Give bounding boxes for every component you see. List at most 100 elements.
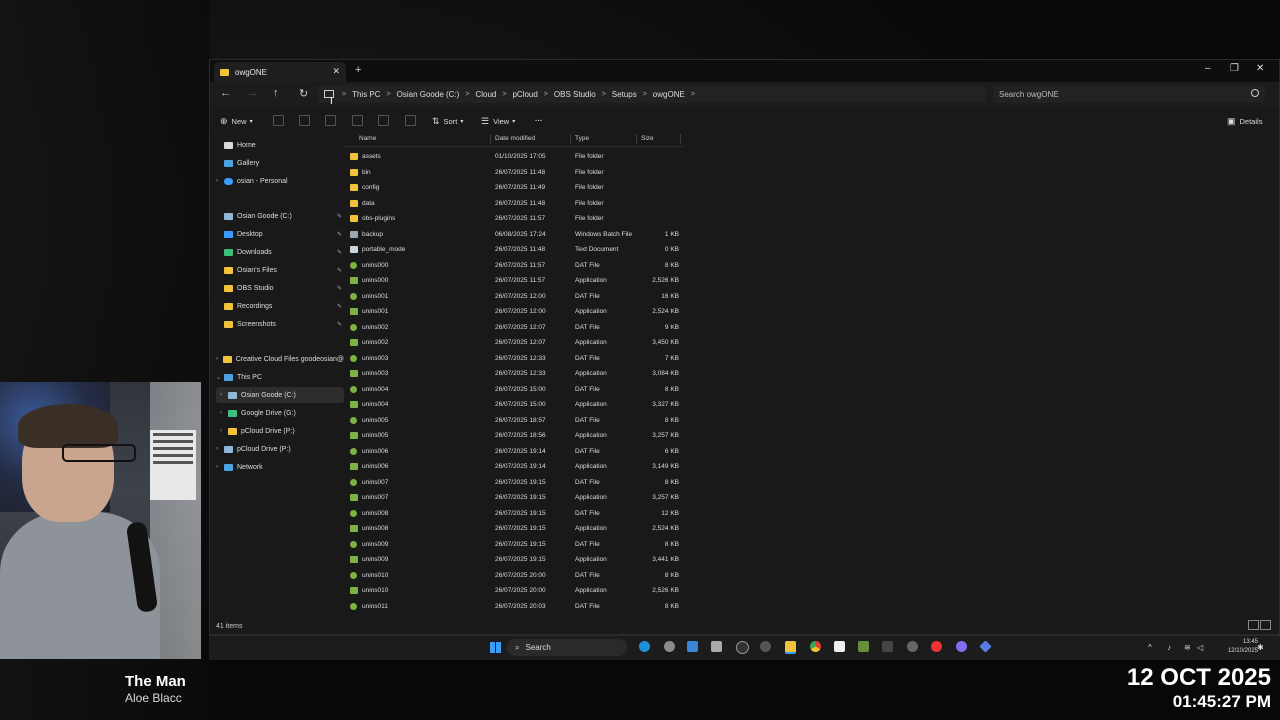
nav-quick-recordings[interactable]: Recordings ✎ (216, 298, 344, 314)
pin-icon[interactable]: ✎ (337, 213, 342, 220)
table-row[interactable]: data 26/07/2025 11:48 File folder (344, 196, 684, 212)
up-icon[interactable]: ↑ (273, 87, 279, 99)
cut-icon[interactable] (273, 115, 284, 126)
table-row[interactable]: unins007 26/07/2025 19:15 Application 3,257… (344, 490, 684, 506)
vpn-icon[interactable] (979, 640, 992, 653)
table-row[interactable]: unins001 26/07/2025 12:00 Application 2,524… (344, 304, 684, 320)
table-row[interactable]: unins009 26/07/2025 19:15 DAT File 8 KB (344, 537, 684, 553)
nav-quick-osians-files[interactable]: Osian's Files ✎ (216, 262, 344, 278)
table-row[interactable]: unins006 26/07/2025 19:14 DAT File 6 KB (344, 444, 684, 460)
mail-icon[interactable] (711, 641, 722, 652)
chevron-right-icon[interactable]: › (216, 464, 224, 470)
chevron-up-icon[interactable]: ^ (1148, 643, 1152, 652)
new-tab-button[interactable]: + (355, 64, 361, 76)
taskbar-clock[interactable]: 13:45 12/10/2025 (1228, 638, 1258, 656)
breadcrumb-drive-c[interactable]: Osian Goode (C:) (397, 90, 460, 99)
wifi-icon[interactable]: ≋ (1184, 643, 1191, 652)
chevron-right-icon[interactable]: › (220, 410, 228, 416)
table-row[interactable]: unins009 26/07/2025 19:15 Application 3,441… (344, 552, 684, 568)
nav-network[interactable]: › Network (216, 459, 344, 475)
clock-app-icon[interactable] (907, 641, 918, 652)
settings-icon[interactable] (664, 641, 675, 652)
chevron-right-icon[interactable]: › (216, 356, 223, 362)
nav-this-pc[interactable]: ⌄ This PC (216, 369, 344, 385)
details-button[interactable]: ▣ Details (1227, 116, 1262, 127)
table-row[interactable]: unins003 26/07/2025 12:33 Application 3,084… (344, 366, 684, 382)
table-row[interactable]: unins006 26/07/2025 19:14 Application 3,149… (344, 459, 684, 475)
delete-icon[interactable] (405, 115, 416, 126)
nav-quick-drive-c[interactable]: Osian Goode (C:) ✎ (216, 208, 344, 224)
breadcrumb-cloud[interactable]: Cloud (475, 90, 496, 99)
breadcrumb-setups[interactable]: Setups (612, 90, 637, 99)
table-row[interactable]: obs-plugins 26/07/2025 11:57 File folder (344, 211, 684, 227)
view-button[interactable]: ☰ View ▾ (481, 116, 515, 127)
column-header-date[interactable]: Date modified (495, 135, 535, 142)
nav-home[interactable]: Home (216, 137, 344, 153)
nav-pcloud-drive[interactable]: › pCloud Drive (P:) (216, 441, 344, 457)
microphone-icon[interactable]: ♪ (1167, 643, 1171, 652)
app-icon[interactable] (760, 641, 771, 652)
file-explorer-icon[interactable] (785, 641, 796, 654)
close-tab-icon[interactable]: ✕ (332, 66, 340, 77)
table-row[interactable]: unins002 26/07/2025 12:07 DAT File 9 KB (344, 320, 684, 336)
breadcrumb-this-pc[interactable]: This PC (352, 90, 380, 99)
pin-icon[interactable]: ✎ (337, 285, 342, 292)
maximize-button[interactable]: ❐ (1230, 63, 1239, 74)
column-header-name[interactable]: Name (359, 135, 376, 142)
chevron-right-icon[interactable]: › (216, 446, 224, 452)
details-view-toggle[interactable] (1248, 620, 1259, 630)
forward-icon[interactable]: → (247, 87, 258, 99)
edge-icon[interactable] (639, 641, 650, 652)
table-row[interactable]: backup 06/08/2025 17:24 Windows Batch File… (344, 227, 684, 243)
pin-icon[interactable]: ✎ (337, 249, 342, 256)
close-window-button[interactable]: ✕ (1256, 63, 1264, 74)
breadcrumb-owgone[interactable]: owgONE (653, 90, 685, 99)
breadcrumb[interactable]: > This PC > Osian Goode (C:) > Cloud > p… (318, 85, 986, 103)
nav-quick-screenshots[interactable]: Screenshots ✎ (216, 316, 344, 332)
table-row[interactable]: unins010 26/07/2025 20:00 Application 2,526… (344, 583, 684, 599)
chevron-right-icon[interactable]: › (220, 392, 228, 398)
nav-quick-downloads[interactable]: Downloads ✎ (216, 244, 344, 260)
windows-start-icon[interactable] (490, 642, 501, 653)
obs-icon[interactable] (736, 641, 749, 654)
chevron-down-icon[interactable]: ⌄ (216, 374, 224, 381)
new-button[interactable]: ⊕ New ▾ (220, 116, 253, 127)
table-row[interactable]: bin 26/07/2025 11:48 File folder (344, 165, 684, 181)
table-row[interactable]: unins005 26/07/2025 18:56 Application 3,257… (344, 428, 684, 444)
table-row[interactable]: unins003 26/07/2025 12:33 DAT File 7 KB (344, 351, 684, 367)
breadcrumb-obs-studio[interactable]: OBS Studio (554, 90, 596, 99)
pin-icon[interactable]: ✎ (337, 231, 342, 238)
nav-drive-c[interactable]: › Osian Goode (C:) (216, 387, 344, 403)
document-icon[interactable] (834, 641, 845, 652)
table-row[interactable]: assets 01/10/2025 17:05 File folder (344, 149, 684, 165)
tiles-view-toggle[interactable] (1260, 620, 1271, 630)
table-row[interactable]: unins008 26/07/2025 19:15 Application 2,524… (344, 521, 684, 537)
table-row[interactable]: unins000 26/07/2025 11:57 DAT File 8 KB (344, 258, 684, 274)
tab-owgone[interactable]: owgONE ✕ (214, 62, 346, 82)
table-row[interactable]: unins011 26/07/2025 20:03 DAT File 8 KB (344, 599, 684, 615)
taskbar-search[interactable]: ⌕ Search (507, 639, 627, 656)
breadcrumb-pcloud[interactable]: pCloud (512, 90, 537, 99)
minimize-button[interactable]: – (1205, 63, 1211, 74)
pin-icon[interactable]: ✎ (337, 267, 342, 274)
table-row[interactable]: unins010 26/07/2025 20:00 DAT File 8 KB (344, 568, 684, 584)
table-row[interactable]: unins002 26/07/2025 12:07 Application 3,450… (344, 335, 684, 351)
copy-icon[interactable] (299, 115, 310, 126)
terminal-icon[interactable] (882, 641, 893, 652)
column-header-type[interactable]: Type (575, 135, 589, 142)
table-row[interactable]: unins001 26/07/2025 12:00 DAT File 16 KB (344, 289, 684, 305)
paste-icon[interactable] (325, 115, 336, 126)
table-row[interactable]: unins008 26/07/2025 19:15 DAT File 12 KB (344, 506, 684, 522)
refresh-icon[interactable]: ↻ (299, 87, 308, 100)
search-input[interactable]: Search owgONE (993, 85, 1265, 103)
nav-quick-desktop[interactable]: Desktop ✎ (216, 226, 344, 242)
notification-bell-icon[interactable]: ✱ (1257, 643, 1264, 652)
youtube-music-icon[interactable] (931, 641, 942, 652)
table-row[interactable]: unins005 26/07/2025 18:57 DAT File 8 KB (344, 413, 684, 429)
column-header-size[interactable]: Size (641, 135, 654, 142)
nav-gallery[interactable]: Gallery (216, 155, 344, 171)
chevron-right-icon[interactable]: › (216, 178, 224, 184)
table-row[interactable]: config 26/07/2025 11:49 File folder (344, 180, 684, 196)
table-row[interactable]: portable_mode 26/07/2025 11:48 Text Docume… (344, 242, 684, 258)
volume-icon[interactable]: ◁ (1197, 643, 1203, 652)
